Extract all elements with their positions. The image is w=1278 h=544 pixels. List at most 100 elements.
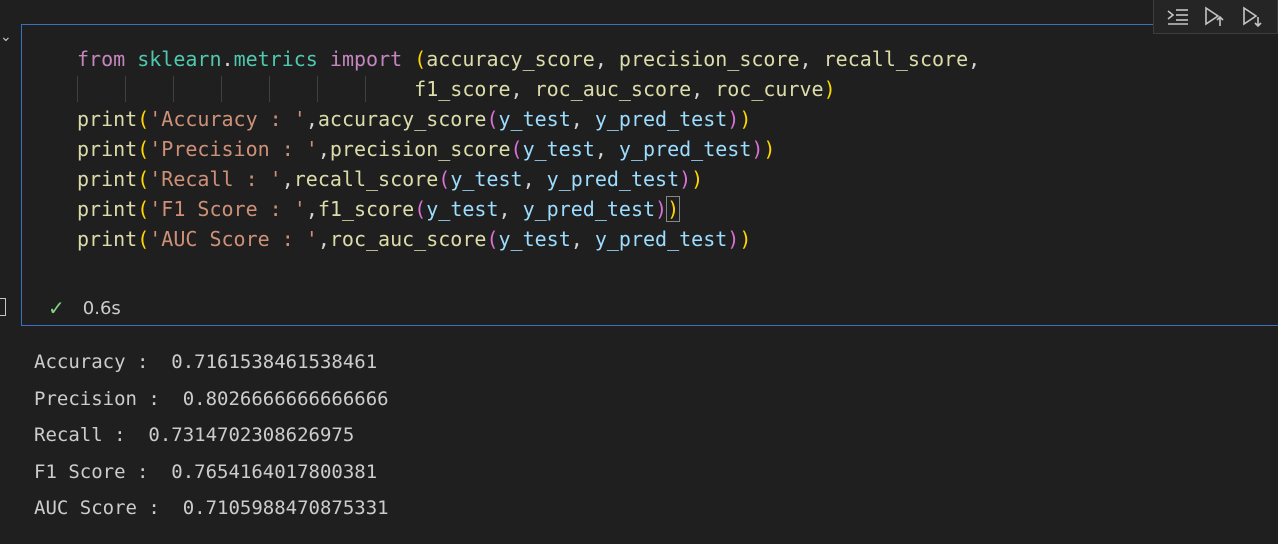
code-token: , bbox=[305, 107, 318, 131]
code-token: , bbox=[305, 197, 318, 221]
code-token: , bbox=[498, 197, 523, 221]
code-token: roc_auc_score bbox=[329, 227, 487, 251]
code-token: ) bbox=[823, 77, 836, 101]
code-token: ( bbox=[438, 167, 451, 191]
code-token: y_pred_test bbox=[618, 137, 752, 161]
code-token: ) bbox=[727, 107, 740, 131]
cell-output: Accuracy : 0.7161538461538461 Precision :… bbox=[34, 344, 389, 527]
code-token: print bbox=[77, 167, 138, 191]
code-line: print('Precision : ',precision_score(y_t… bbox=[77, 134, 980, 164]
code-token: accuracy_score bbox=[426, 47, 595, 71]
code-token: ) bbox=[655, 197, 668, 221]
code-token: ( bbox=[137, 227, 150, 251]
code-token: ) bbox=[666, 196, 681, 222]
code-token: recall_score bbox=[293, 167, 439, 191]
code-token: y_test bbox=[450, 167, 523, 191]
code-token: ( bbox=[414, 197, 427, 221]
code-token: ( bbox=[137, 197, 150, 221]
code-token: , bbox=[968, 47, 981, 71]
code-token: ( bbox=[137, 107, 150, 131]
execute-below-icon[interactable] bbox=[1240, 4, 1268, 30]
code-token: print bbox=[77, 107, 138, 131]
code-token: y_test bbox=[498, 227, 571, 251]
code-token: accuracy_score bbox=[317, 107, 487, 131]
code-token: , bbox=[594, 137, 619, 161]
code-token: ) bbox=[763, 137, 776, 161]
code-token: ( bbox=[486, 227, 499, 251]
code-token: , bbox=[691, 77, 716, 101]
check-icon: ✓ bbox=[48, 296, 65, 320]
code-token: y_test bbox=[426, 197, 499, 221]
code-token: ( bbox=[137, 137, 150, 161]
output-line: F1 Score : 0.7654164017800381 bbox=[34, 460, 378, 483]
code-token: precision_score bbox=[618, 47, 800, 71]
code-token: ) bbox=[739, 227, 752, 251]
code-token: 'AUC Score : ' bbox=[149, 227, 318, 251]
code-token: sklearn bbox=[137, 47, 222, 71]
output-line: Recall : 0.7314702308626975 bbox=[34, 424, 355, 447]
code-token: y_pred_test bbox=[594, 107, 728, 131]
output-line: Accuracy : 0.7161538461538461 bbox=[34, 351, 378, 373]
code-token: 'Precision : ' bbox=[149, 137, 318, 161]
code-line: print('AUC Score : ',roc_auc_score(y_tes… bbox=[77, 224, 980, 254]
code-token: f1_score bbox=[414, 77, 511, 101]
code-token: , bbox=[522, 167, 547, 191]
code-token: ( bbox=[486, 107, 499, 131]
code-token: 'Accuracy : ' bbox=[149, 107, 306, 131]
code-token: roc_curve bbox=[715, 77, 824, 101]
code-token: ( bbox=[510, 137, 523, 161]
output-line: AUC Score : 0.7105988470875331 bbox=[34, 497, 389, 520]
execution-duration: 0.6s bbox=[82, 297, 121, 319]
code-line: print('Accuracy : ',accuracy_score(y_tes… bbox=[77, 104, 980, 134]
code-token: , bbox=[510, 77, 535, 101]
code-editor[interactable]: from sklearn.metrics import (accuracy_sc… bbox=[77, 44, 980, 254]
code-token: ) bbox=[727, 227, 740, 251]
code-token: , bbox=[317, 137, 330, 161]
code-line: print('F1 Score : ',f1_score(y_test, y_p… bbox=[77, 194, 980, 224]
code-token: , bbox=[317, 227, 330, 251]
code-token: 'Recall : ' bbox=[149, 167, 282, 191]
code-token: ) bbox=[739, 107, 752, 131]
code-token: from bbox=[77, 47, 126, 71]
code-line: f1_score, roc_auc_score, roc_curve) bbox=[77, 74, 980, 104]
code-line: from sklearn.metrics import (accuracy_sc… bbox=[77, 44, 980, 74]
code-token: . bbox=[221, 47, 234, 71]
cell-toolbar bbox=[1153, 0, 1278, 34]
code-token: ) bbox=[751, 137, 764, 161]
code-line: print('Recall : ',recall_score(y_test, y… bbox=[77, 164, 980, 194]
code-token: roc_auc_score bbox=[534, 77, 692, 101]
code-token: , bbox=[570, 107, 595, 131]
run-by-line-icon[interactable] bbox=[1164, 4, 1192, 30]
code-token: ) bbox=[691, 167, 704, 191]
code-token: , bbox=[570, 227, 595, 251]
code-token: print bbox=[77, 197, 138, 221]
code-token: print bbox=[77, 137, 138, 161]
code-token: f1_score bbox=[317, 197, 415, 221]
execution-status: ✓ 0.6s bbox=[48, 296, 121, 320]
cell-collapse-chevron-icon[interactable]: ⌄ bbox=[0, 30, 14, 44]
code-token: y_pred_test bbox=[546, 167, 680, 191]
code-token: metrics bbox=[233, 47, 318, 71]
code-token: recall_score bbox=[823, 47, 969, 71]
code-token: y_test bbox=[522, 137, 595, 161]
code-token: ( bbox=[137, 167, 150, 191]
code-token: ( bbox=[414, 47, 427, 71]
code-token: y_test bbox=[498, 107, 571, 131]
cell-execution-bracket bbox=[0, 298, 6, 316]
execute-above-icon[interactable] bbox=[1202, 4, 1230, 30]
code-token: import bbox=[329, 47, 403, 71]
code-token: print bbox=[77, 227, 138, 251]
code-token: y_pred_test bbox=[522, 197, 656, 221]
code-token: ) bbox=[679, 167, 692, 191]
code-token: , bbox=[799, 47, 824, 71]
code-token: 'F1 Score : ' bbox=[149, 197, 306, 221]
output-line: Precision : 0.8026666666666666 bbox=[34, 387, 389, 410]
code-token: y_pred_test bbox=[594, 227, 728, 251]
code-token: precision_score bbox=[329, 137, 511, 161]
code-token: , bbox=[281, 167, 294, 191]
code-token: , bbox=[594, 47, 619, 71]
